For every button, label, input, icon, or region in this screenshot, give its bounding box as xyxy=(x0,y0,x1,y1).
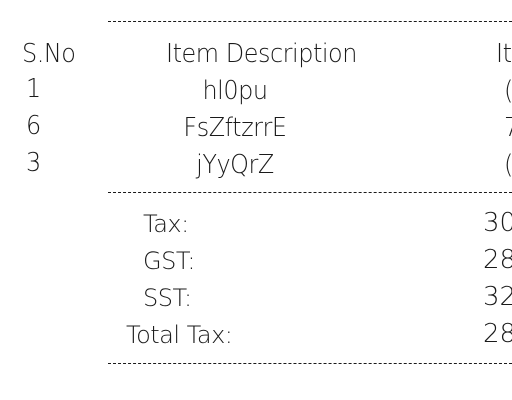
total-tax-label: Total Tax: xyxy=(126,321,233,349)
row-2-sno: 6 xyxy=(26,111,41,141)
row-2-partial: 7 xyxy=(504,115,512,141)
item-description-header: Item Description xyxy=(166,39,357,69)
tax-label: Tax: xyxy=(143,210,189,238)
top-divider xyxy=(108,21,512,22)
total-tax-value: 28 xyxy=(483,319,512,349)
tax-value: 30 xyxy=(483,208,512,238)
row-1-partial: ( xyxy=(504,76,512,106)
bottom-divider xyxy=(108,363,512,364)
gst-label: GST: xyxy=(143,247,195,275)
gst-value: 28 xyxy=(483,245,512,275)
item-column-header-partial: It xyxy=(496,39,512,69)
middle-divider xyxy=(108,192,512,193)
row-3-description: jYyQrZ xyxy=(196,150,274,180)
sst-value: 32 xyxy=(483,282,512,312)
sst-label: SST: xyxy=(143,284,192,312)
row-1-sno: 1 xyxy=(26,74,41,104)
row-3-partial: ( xyxy=(504,150,512,180)
row-2-description: FsZftzrrE xyxy=(183,113,287,143)
row-3-sno: 3 xyxy=(26,148,41,178)
sno-header: S.No xyxy=(22,39,76,69)
row-1-description: hl0pu xyxy=(202,76,268,106)
